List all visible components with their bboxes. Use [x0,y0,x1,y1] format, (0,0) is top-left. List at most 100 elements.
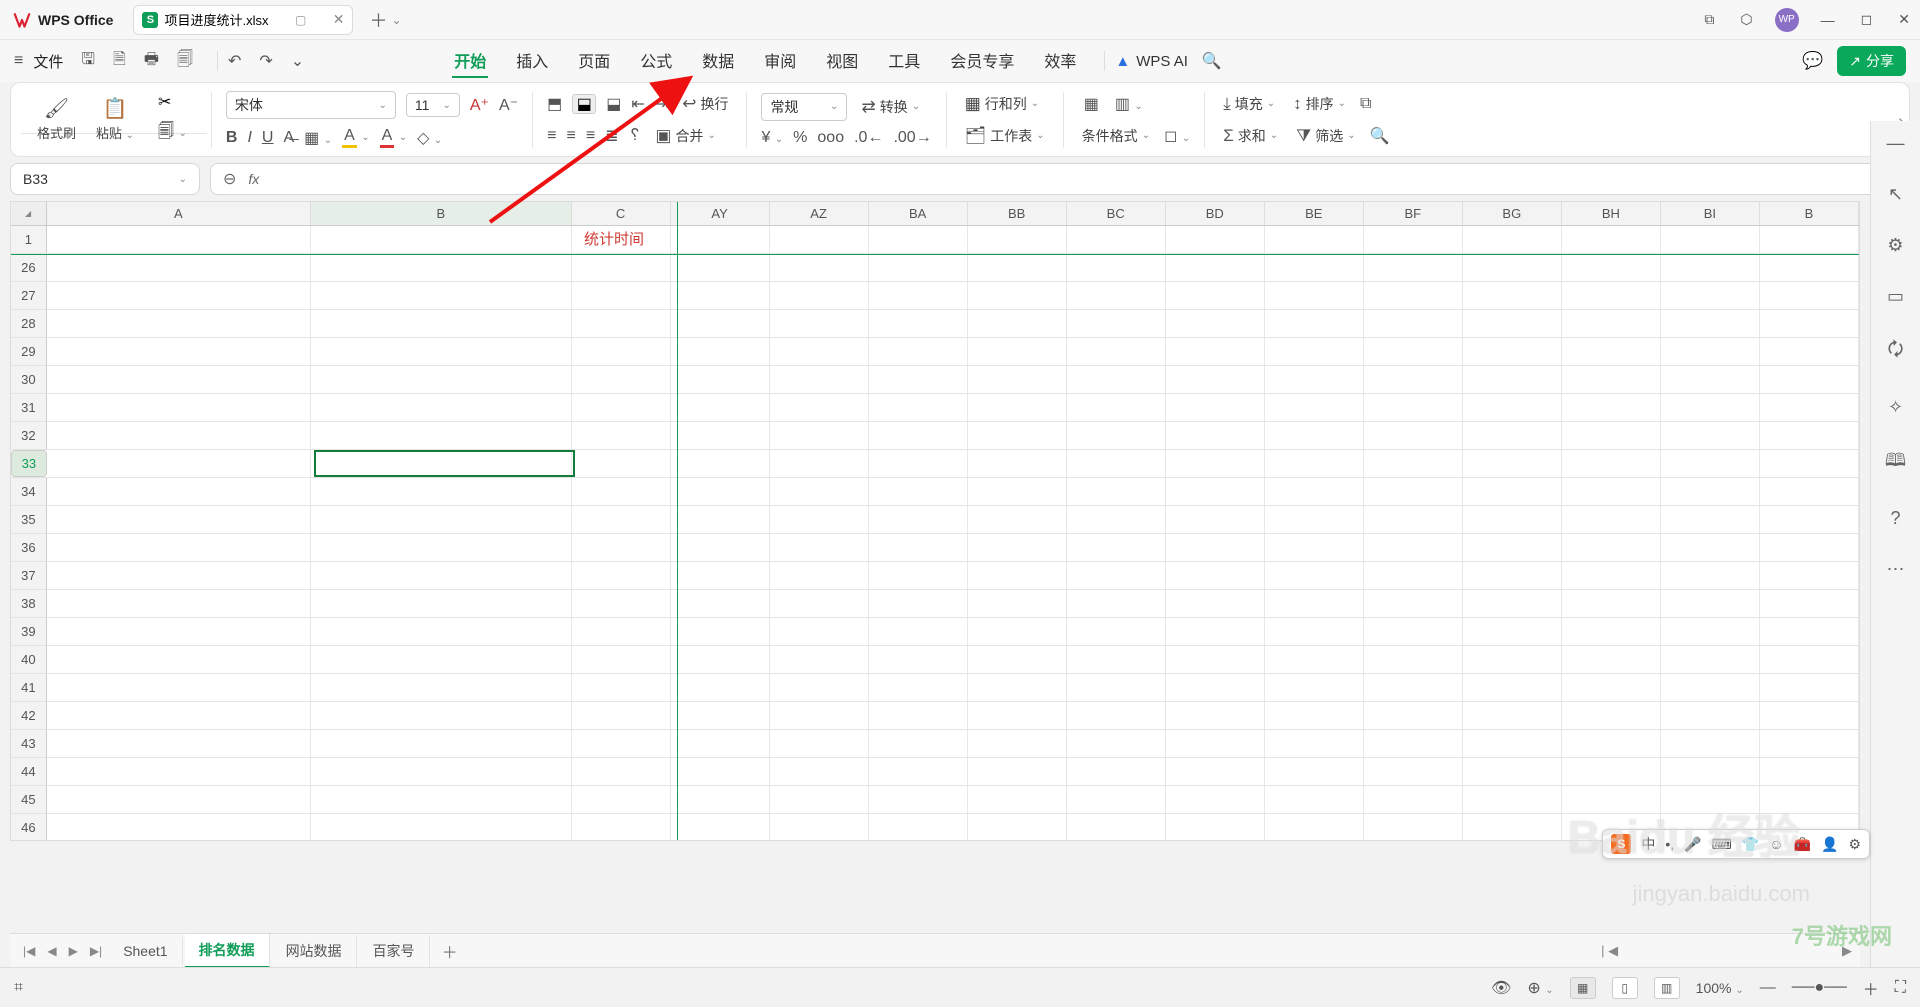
tab-nav-prev-icon[interactable]: ◀ [42,944,61,958]
cell[interactable] [1562,506,1661,533]
cell[interactable] [1265,562,1364,589]
cell[interactable] [1364,450,1463,477]
table-style-button[interactable]: ▦ [1078,92,1105,116]
cell[interactable] [1562,674,1661,701]
formula-input[interactable]: ⊖ fx [210,163,1910,195]
name-box-chevron-icon[interactable]: ⌄ [179,174,187,185]
cell[interactable] [770,730,869,757]
cell[interactable] [1562,590,1661,617]
cell[interactable] [968,254,1067,281]
cell[interactable] [572,450,671,477]
cell[interactable] [572,338,671,365]
cell[interactable] [572,254,671,281]
align-middle-icon[interactable]: ⬓ [572,94,596,114]
cell[interactable] [311,646,571,673]
underline-icon[interactable]: U [262,129,274,147]
font-name-select[interactable]: 宋体⌄ [226,91,396,119]
font-size-select[interactable]: 11⌄ [406,93,460,117]
ime-skin-icon[interactable]: 👕 [1742,836,1759,853]
cell[interactable] [1067,282,1166,309]
ime-mic-icon[interactable]: 🎤 [1684,836,1701,853]
cell[interactable] [1760,562,1859,589]
print-preview-icon[interactable]: 🗐 [177,48,193,75]
col-header[interactable]: BA [869,202,968,225]
cell[interactable] [869,758,968,785]
cell[interactable] [1463,226,1562,253]
cell[interactable] [47,254,311,281]
cell[interactable] [671,702,770,729]
cell[interactable] [671,366,770,393]
cell[interactable] [311,534,571,561]
row-header[interactable]: 33 [11,450,47,477]
undo-icon[interactable]: ↶ [228,51,241,71]
cell[interactable] [968,646,1067,673]
cell[interactable] [311,730,571,757]
row-header[interactable]: 41 [11,674,47,701]
cell[interactable] [869,422,968,449]
cube-icon[interactable]: ⬡ [1736,11,1756,28]
fullscreen-icon[interactable]: ⛶ [1895,979,1906,997]
cell[interactable] [1166,674,1265,701]
cell[interactable] [1364,814,1463,841]
zoom-out-button[interactable]: — [1760,979,1776,997]
zoom-level[interactable]: 100% ⌄ [1696,980,1744,996]
cell[interactable] [1661,702,1760,729]
cell[interactable] [1166,562,1265,589]
cell[interactable] [1661,646,1760,673]
cell[interactable] [311,282,571,309]
cell[interactable] [1760,506,1859,533]
cell[interactable] [1760,254,1859,281]
col-header[interactable]: BC [1067,202,1166,225]
highlight-color-icon[interactable]: A ⌄ [342,127,370,148]
cell[interactable] [1265,702,1364,729]
align-left-icon[interactable]: ≡ [547,127,556,145]
row-header[interactable]: 38 [11,590,47,617]
paste-button[interactable]: 📋粘贴 ⌄ [90,94,140,144]
close-window-button[interactable]: ✕ [1894,11,1914,28]
cell[interactable] [47,674,311,701]
cell[interactable] [869,534,968,561]
cell[interactable] [1463,310,1562,337]
fill-button[interactable]: ⤓填充 ⌄ [1219,92,1279,116]
cell[interactable] [968,814,1067,841]
row-header[interactable]: 35 [11,506,47,533]
cell[interactable] [1364,226,1463,253]
cell[interactable] [770,590,869,617]
cell[interactable] [1463,758,1562,785]
cell[interactable] [1760,758,1859,785]
row-header[interactable]: 34 [11,478,47,505]
cell[interactable] [671,534,770,561]
cell[interactable] [1760,674,1859,701]
user-avatar[interactable]: WP [1775,8,1799,32]
cell[interactable] [1463,562,1562,589]
cell[interactable] [1364,366,1463,393]
row-header[interactable]: 39 [11,618,47,645]
cell[interactable] [1463,702,1562,729]
col-header[interactable]: A [47,202,311,225]
cell[interactable] [1265,310,1364,337]
cell[interactable] [968,422,1067,449]
focus-icon[interactable]: ⊕ ⌄ [1527,978,1553,998]
percent-icon[interactable]: % [793,129,807,147]
decrease-decimal-icon[interactable]: .0← [854,129,883,147]
col-header[interactable]: B [1760,202,1859,225]
zoom-formula-icon[interactable]: ⊖ [223,169,236,189]
cell[interactable] [968,450,1067,477]
cell[interactable] [1364,730,1463,757]
minimize-panel-icon[interactable]: — [1887,133,1905,154]
menu-efficiency[interactable]: 效率 [1042,44,1078,78]
cell[interactable] [968,702,1067,729]
cell[interactable] [1265,282,1364,309]
cell[interactable] [1661,590,1760,617]
cell[interactable] [1067,338,1166,365]
horizontal-scroll[interactable]: | ◀ ▶ [1601,943,1852,959]
cell[interactable] [1166,758,1265,785]
tabs-menu-chevron-icon[interactable]: ⌄ [391,13,401,27]
cell[interactable] [1067,702,1166,729]
cell[interactable] [1661,506,1760,533]
cell[interactable] [1661,450,1760,477]
sheet-tab[interactable]: 网站数据 [272,935,357,967]
cell[interactable] [1166,646,1265,673]
cell[interactable] [1760,394,1859,421]
cell[interactable] [770,758,869,785]
